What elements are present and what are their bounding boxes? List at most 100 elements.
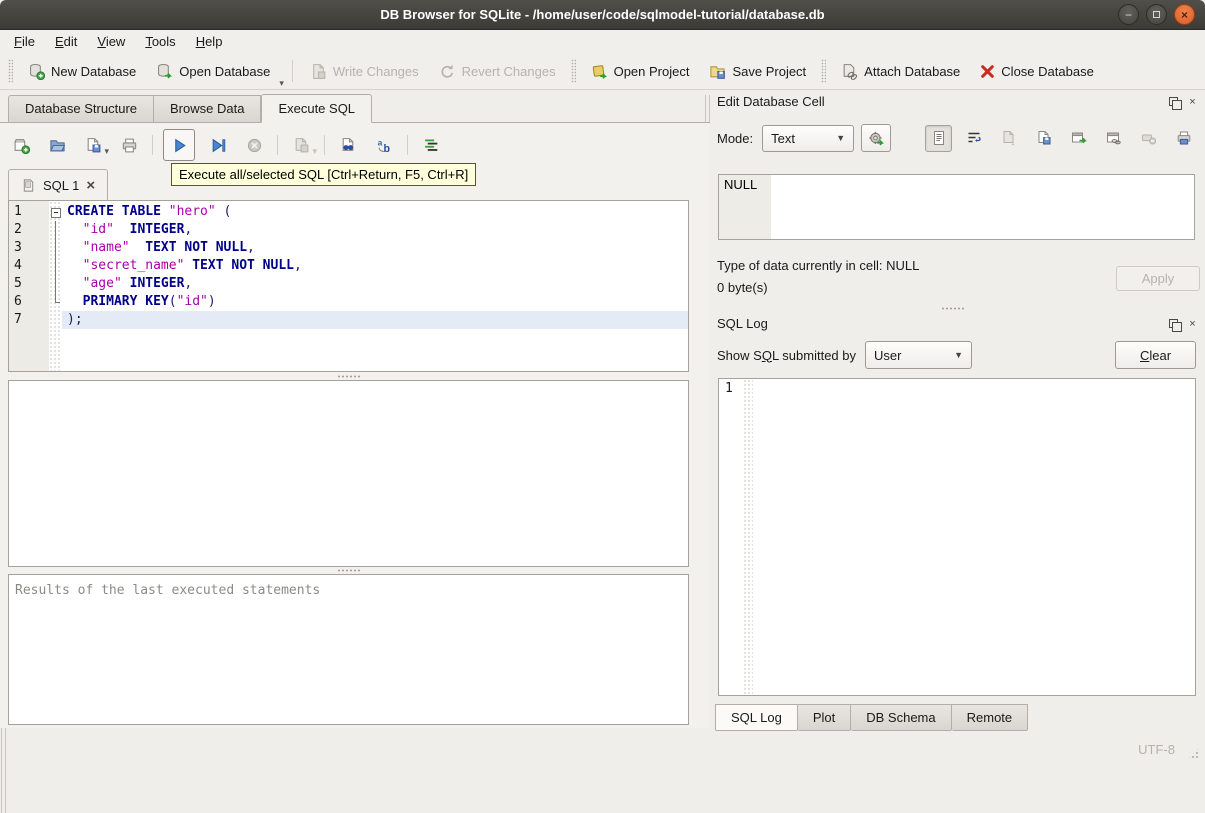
close-button[interactable]: × — [1174, 4, 1195, 25]
maximize-button[interactable] — [1146, 4, 1167, 25]
new-database-button[interactable]: New Database — [19, 58, 145, 85]
open-project-button[interactable]: Open Project — [582, 58, 699, 85]
find-button[interactable] — [335, 132, 361, 158]
sql-editor-lines: 1 CREATE TABLE "hero" (2 "id" INTEGER, 3 "… — [9, 203, 688, 329]
float-dock-button[interactable] — [1167, 317, 1182, 332]
clear-log-button[interactable]: Clear — [1115, 341, 1196, 369]
revert-changes-button: Revert Changes — [430, 58, 565, 85]
tab-plot[interactable]: Plot — [797, 704, 852, 731]
execute-current-line-button[interactable] — [205, 132, 231, 158]
import-data-icon — [1001, 130, 1017, 146]
close-tab-icon[interactable]: × — [86, 177, 95, 194]
execute-sql-area: Database Structure Browse Data Execute S… — [0, 90, 710, 813]
minimize-button[interactable]: − — [1118, 4, 1139, 25]
editor-line[interactable]: 1 CREATE TABLE "hero" ( — [9, 203, 688, 221]
maximize-icon — [1153, 11, 1160, 18]
tab-database-structure[interactable]: Database Structure — [8, 95, 155, 123]
edit-cell-icon-row — [925, 124, 1197, 152]
fold-margin — [49, 293, 62, 311]
link-button[interactable] — [1100, 125, 1127, 152]
new-tab-button[interactable] — [8, 132, 34, 158]
editor-line[interactable]: 6 PRIMARY KEY("id") — [9, 293, 688, 311]
sql-editor[interactable]: 1 CREATE TABLE "hero" (2 "id" INTEGER, 3 "… — [8, 200, 689, 372]
save-sql-file-button[interactable]: ▾ — [80, 132, 109, 158]
fold-marker-icon[interactable] — [49, 203, 62, 221]
chevron-down-icon: ▼ — [836, 133, 846, 143]
open-sql-file-button[interactable] — [44, 132, 70, 158]
gear-import-icon — [868, 130, 885, 147]
open-database-button[interactable]: Open Database — [147, 58, 279, 85]
text-mode-button[interactable] — [925, 124, 952, 152]
cell-value: NULL — [719, 175, 771, 239]
toolbar-drag-handle[interactable] — [8, 59, 13, 83]
splitter-handle[interactable] — [8, 567, 689, 574]
print-cell-button[interactable] — [1170, 125, 1197, 152]
editor-line[interactable]: 2 "id" INTEGER, — [9, 221, 688, 239]
execute-current-line-icon — [210, 137, 227, 154]
database-new-icon — [28, 63, 45, 80]
print-sql-button[interactable] — [116, 132, 142, 158]
dock-splitter-handle[interactable] — [710, 304, 1195, 312]
open-database-dropdown[interactable]: ▾ — [279, 78, 284, 89]
import-data-button — [995, 125, 1022, 152]
log-filter-select[interactable]: User ▼ — [865, 341, 972, 369]
open-sql-file-icon — [49, 137, 66, 154]
splitter-handle[interactable] — [8, 372, 689, 380]
sql1-tab[interactable]: SQL 1 × — [8, 169, 109, 200]
menu-file[interactable]: File — [4, 31, 45, 52]
menu-view[interactable]: View — [87, 31, 135, 52]
menu-help[interactable]: Help — [186, 31, 233, 52]
tab-sql-log[interactable]: SQL Log — [715, 704, 798, 731]
open-external-icon — [1106, 130, 1122, 146]
execute-tooltip: Execute all/selected SQL [Ctrl+Return, F… — [171, 163, 477, 186]
cell-size-info: 0 byte(s) — [717, 280, 768, 295]
word-wrap-button[interactable] — [960, 125, 987, 152]
database-open-icon — [156, 63, 173, 80]
editor-line[interactable]: 3 "name" TEXT NOT NULL, — [9, 239, 688, 257]
attach-database-icon — [841, 63, 858, 80]
mode-select[interactable]: Text ▼ — [762, 124, 855, 152]
float-dock-button[interactable] — [1167, 95, 1182, 110]
cell-type-info: Type of data currently in cell: NULL — [717, 258, 920, 273]
attach-database-button[interactable]: Attach Database — [832, 58, 969, 85]
sql-log-controls: Show SQL submitted by User ▼ Clear — [717, 340, 1197, 370]
close-dock-button[interactable]: × — [1186, 317, 1199, 330]
editor-line[interactable]: 5 "age" INTEGER, — [9, 275, 688, 293]
toolbar-separator — [291, 60, 293, 82]
tab-db-schema[interactable]: DB Schema — [851, 704, 952, 731]
fold-margin — [49, 275, 62, 293]
sql-log-dock-header: SQL Log × — [717, 316, 1199, 332]
import-in-app-button[interactable] — [861, 124, 892, 152]
editor-line[interactable]: 4 "secret_name" TEXT NOT NULL, — [9, 257, 688, 275]
find-icon — [340, 137, 357, 154]
tab-browse-data[interactable]: Browse Data — [154, 95, 262, 123]
sql-toolbar: ▾ ▾ ab — [8, 128, 444, 162]
tab-execute-sql[interactable]: Execute SQL — [261, 94, 373, 123]
format-sql-button[interactable] — [418, 132, 444, 158]
save-project-button[interactable]: Save Project — [700, 58, 815, 85]
execute-sql-panel: ▾ ▾ ab SQL 1 × 1 CREATE TABLE "hero" (2… — [0, 122, 710, 728]
tab-remote[interactable]: Remote — [951, 704, 1029, 731]
toolbar-drag-handle[interactable] — [821, 59, 827, 83]
replace-icon: ab — [376, 137, 393, 154]
stop-button — [241, 132, 267, 158]
fold-margin — [49, 239, 62, 257]
execute-all-button[interactable] — [163, 129, 195, 161]
toolbar-drag-handle[interactable] — [570, 59, 576, 83]
export-icon — [1071, 130, 1087, 146]
encoding-status: UTF-8 — [1138, 742, 1175, 757]
editor-line[interactable]: 7); — [9, 311, 688, 329]
open-external-button[interactable] — [1065, 125, 1092, 152]
close-database-button[interactable]: Close Database — [971, 59, 1103, 84]
write-changes-button: Write Changes — [301, 58, 428, 85]
menu-tools[interactable]: Tools — [135, 31, 185, 52]
replace-button[interactable]: ab — [371, 132, 397, 158]
cell-value-editor[interactable]: NULL — [718, 174, 1195, 240]
menu-edit[interactable]: Edit — [45, 31, 87, 52]
export-data-button[interactable] — [1030, 125, 1057, 152]
float-icon — [1169, 319, 1182, 332]
sql-log-view[interactable]: 1 — [718, 378, 1196, 696]
close-dock-button[interactable]: × — [1186, 95, 1199, 108]
svg-text:a: a — [377, 137, 382, 147]
window-title: DB Browser for SQLite - /home/user/code/… — [380, 7, 825, 22]
